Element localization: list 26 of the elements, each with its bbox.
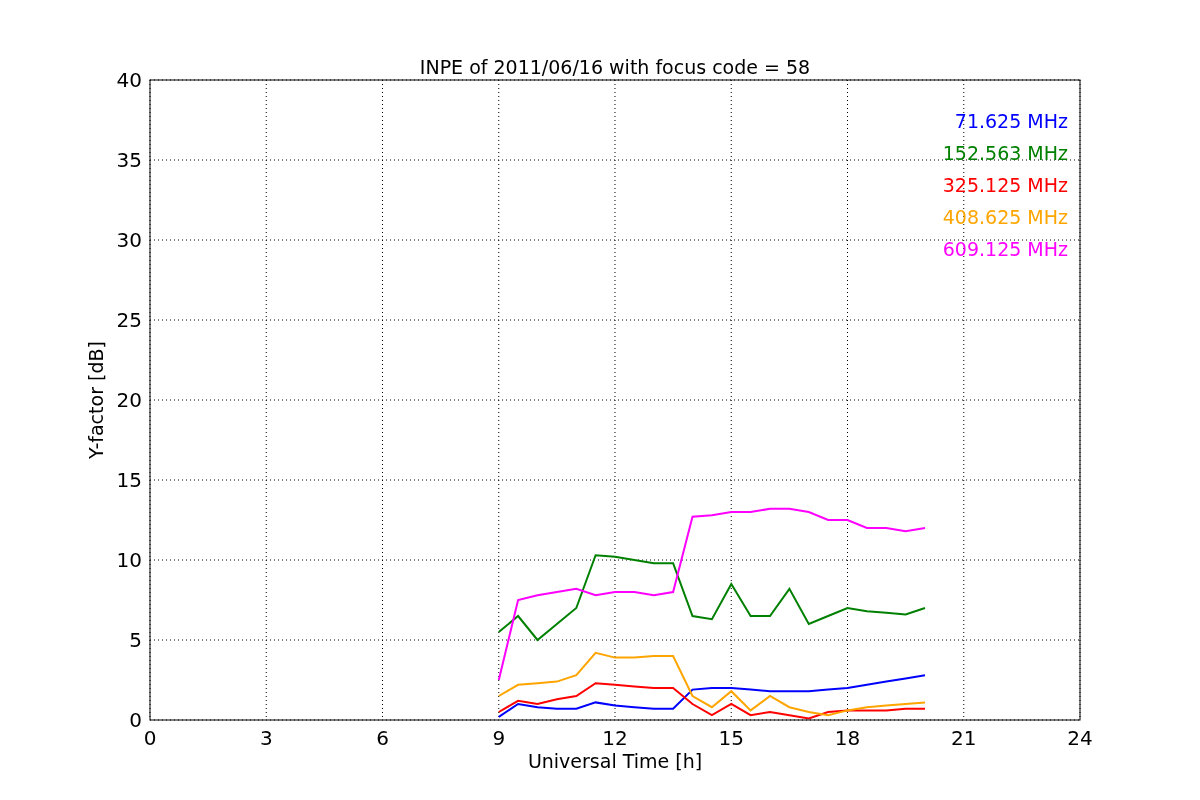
tick-label: 40: [116, 68, 142, 92]
tick-label: 9: [492, 726, 506, 750]
tick-label: 30: [116, 228, 142, 252]
chart-title: INPE of 2011/06/16 with focus code = 58: [419, 56, 811, 78]
tick-label: 35: [116, 148, 142, 172]
legend-label: 71.625 MHz: [954, 110, 1068, 132]
tick-label: 6: [376, 726, 389, 750]
tick-label: 12: [602, 726, 628, 750]
axis-label: Universal Time [h]: [527, 750, 703, 772]
tick-label: 5: [129, 628, 142, 652]
tick-label: 15: [116, 468, 142, 492]
tick-label: 3: [259, 726, 273, 750]
tick-label: 24: [1067, 726, 1093, 750]
tick-label: 25: [116, 308, 142, 332]
legend-label: 609.125 MHz: [942, 238, 1068, 260]
tick-label: 18: [834, 726, 861, 750]
legend-label: 408.625 MHz: [942, 206, 1068, 228]
tick-label: 15: [718, 726, 744, 750]
legend-label: 152.563 MHz: [942, 142, 1068, 164]
legend-label: 325.125 MHz: [942, 174, 1068, 196]
tick-label: 0: [143, 726, 157, 750]
tick-label: 20: [116, 388, 142, 412]
tick-label: 10: [116, 548, 142, 572]
tick-label: 21: [951, 726, 977, 750]
tick-label: 0: [129, 708, 142, 732]
axis-label: Y-factor [dB]: [85, 341, 107, 459]
